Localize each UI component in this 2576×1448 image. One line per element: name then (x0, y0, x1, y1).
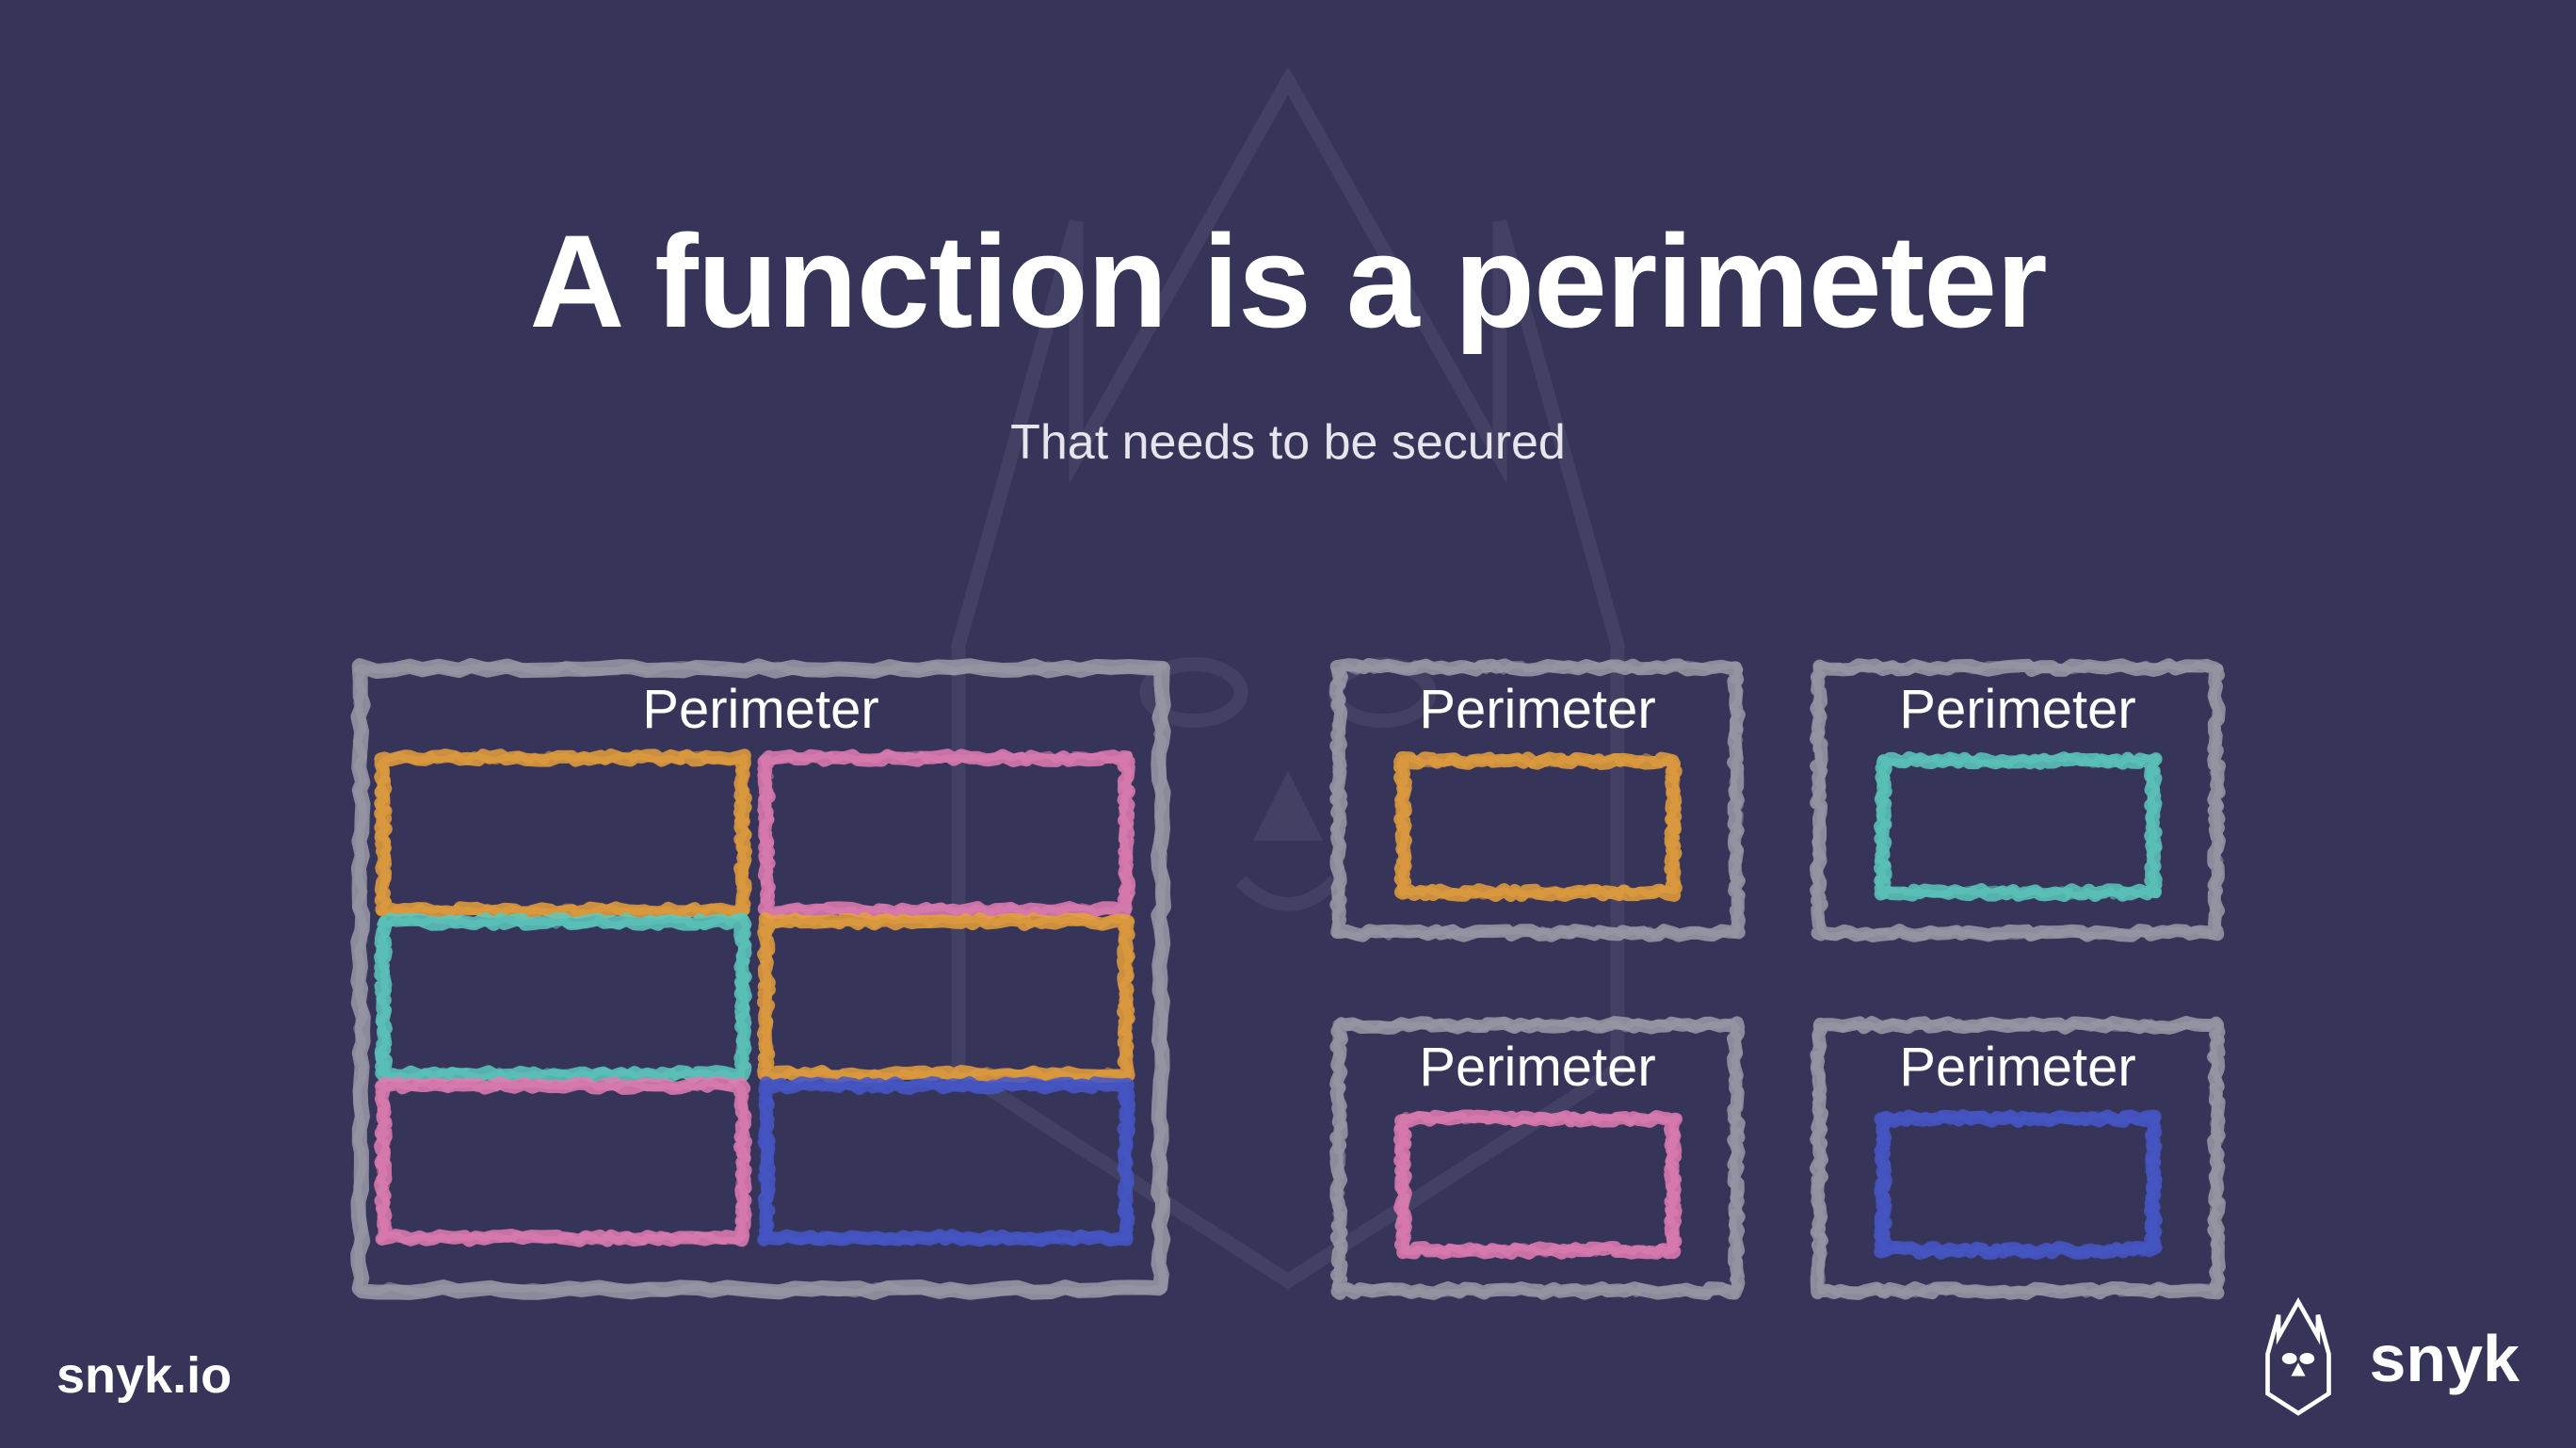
footer-logo: snyk (2246, 1297, 2520, 1420)
snyk-logo-icon (2246, 1297, 2350, 1420)
small-perimeter-box: Perimeter (1811, 1017, 2225, 1299)
small-perimeter-box: Perimeter (1811, 659, 2225, 941)
small-perimeter-box: Perimeter (1330, 659, 1745, 941)
inner-box (1394, 1110, 1682, 1259)
slide-subtitle: That needs to be secured (0, 414, 2576, 471)
large-perimeter-box: Perimeter (351, 659, 1170, 1299)
inner-box (375, 913, 764, 1083)
inner-box (758, 749, 1147, 919)
diagram-area: Perimeter Perimeter Perimeter Perimeter (0, 659, 2576, 1299)
footer-url: snyk.io (56, 1346, 232, 1405)
slide-title: A function is a perimeter (0, 205, 2576, 358)
inner-box (758, 1077, 1147, 1247)
inner-box (375, 1077, 764, 1247)
small-perimeter-box: Perimeter (1330, 1017, 1745, 1299)
inner-box (1394, 752, 1682, 901)
inner-box (758, 913, 1147, 1083)
inner-box (1875, 1110, 2162, 1259)
inner-box (1875, 752, 2162, 901)
footer-brand-name: snyk (2369, 1321, 2520, 1396)
inner-box (375, 749, 764, 919)
